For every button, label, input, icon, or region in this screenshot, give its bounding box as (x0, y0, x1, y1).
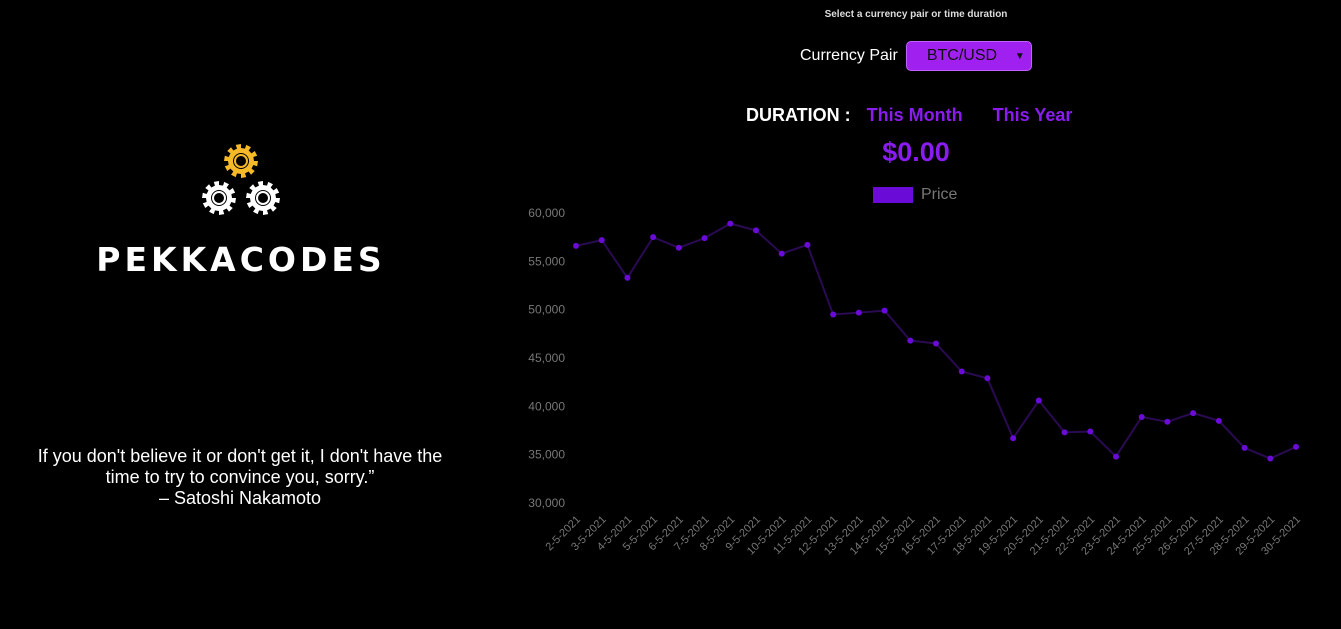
data-point[interactable] (573, 242, 579, 249)
data-point[interactable] (1267, 455, 1274, 462)
y-tick-label: 45,000 (528, 351, 565, 365)
y-tick-label: 40,000 (528, 399, 565, 413)
data-point[interactable] (984, 375, 991, 382)
data-point[interactable] (1035, 397, 1042, 404)
y-tick-label: 60,000 (528, 206, 565, 220)
quote-line-2: time to try to convince you, sorry.” (105, 467, 375, 487)
gears-logo-icon (202, 144, 280, 215)
duration-this-month[interactable]: This Month (867, 105, 963, 126)
branding-panel: PEKKACODES If you don't believe it or do… (0, 0, 480, 629)
controls-hint: Select a currency pair or time duration (824, 9, 1008, 20)
data-point[interactable] (1113, 453, 1119, 460)
data-point[interactable] (1215, 417, 1222, 424)
quote-author: – Satoshi Nakamoto (158, 488, 322, 508)
data-point[interactable] (1087, 428, 1094, 435)
currency-pair-label: Currency Pair (800, 47, 898, 64)
data-point[interactable] (907, 337, 914, 344)
data-point[interactable] (727, 220, 734, 227)
data-point[interactable] (804, 241, 811, 248)
data-point[interactable] (675, 244, 682, 251)
data-point[interactable] (650, 234, 657, 241)
data-point[interactable] (701, 235, 708, 242)
data-point[interactable] (624, 274, 631, 281)
duration-row: DURATION : This Month This Year (746, 105, 1102, 126)
data-point[interactable] (1241, 444, 1248, 451)
data-point[interactable] (881, 307, 888, 314)
duration-label: DURATION : (746, 105, 851, 125)
price-display: $0.00 (882, 137, 950, 167)
quote-line-1: If you don't believe it or don't get it,… (37, 446, 443, 466)
data-point[interactable] (1138, 413, 1145, 420)
data-point[interactable] (1164, 418, 1171, 425)
data-point[interactable] (958, 368, 965, 375)
currency-pair-value: BTC/USD (926, 47, 998, 64)
data-point[interactable] (1190, 410, 1197, 417)
data-point[interactable] (855, 309, 862, 316)
data-point[interactable] (598, 237, 605, 244)
gear-icon (202, 181, 236, 215)
currency-pair-select[interactable]: BTC/USD ▼ (905, 41, 1032, 71)
y-tick-label: 55,000 (528, 254, 565, 268)
data-point[interactable] (778, 250, 785, 257)
gear-icon (224, 144, 258, 178)
duration-this-year[interactable]: This Year (993, 105, 1073, 126)
y-tick-label: 35,000 (528, 448, 565, 462)
data-point[interactable] (933, 340, 939, 347)
data-point[interactable] (1293, 443, 1299, 450)
currency-pair-row: Currency Pair BTC/USD ▼ (800, 41, 1032, 71)
gear-icon (246, 181, 280, 215)
quote: If you don't believe it or don't get it,… (30, 446, 450, 509)
y-tick-label: 50,000 (528, 303, 565, 317)
price-chart: 30,000 35,000 40,000 45,000 50,000 55,000 60,0… (528, 206, 1303, 558)
data-point[interactable] (753, 227, 759, 234)
y-tick-label: 30,000 (528, 496, 565, 510)
data-point[interactable] (830, 311, 837, 318)
chevron-down-icon: ▼ (1014, 50, 1025, 62)
data-point[interactable] (1061, 429, 1068, 436)
brand-name: PEKKACODES (96, 240, 386, 279)
data-point[interactable] (1010, 435, 1017, 442)
